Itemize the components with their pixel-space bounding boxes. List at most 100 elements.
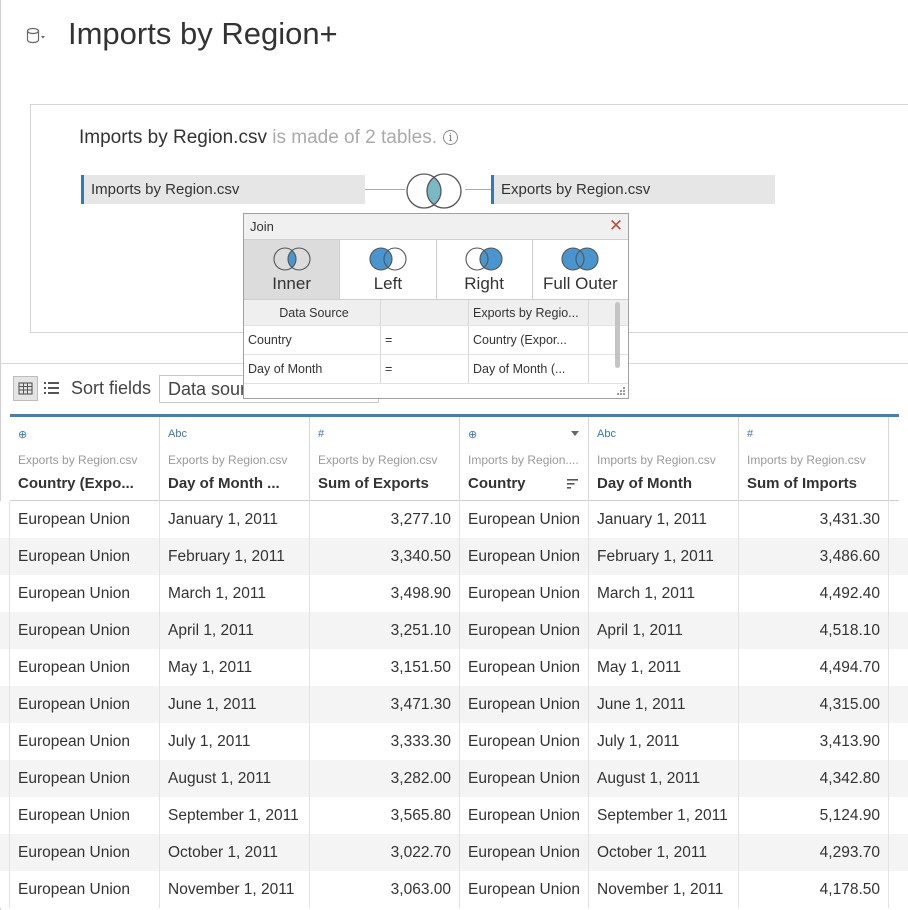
table-cell[interactable]: 4,315.00: [739, 686, 889, 723]
grid-view-button[interactable]: [13, 376, 38, 401]
table-cell[interactable]: European Union: [10, 871, 160, 908]
info-icon[interactable]: i: [443, 130, 459, 145]
join-clause-row[interactable]: Day of Month = Day of Month (...: [244, 355, 628, 384]
table-cell[interactable]: September 1, 2011: [160, 797, 310, 834]
page-title[interactable]: Imports by Region+: [68, 16, 338, 52]
table-cell[interactable]: August 1, 2011: [589, 760, 739, 797]
join-type-inner[interactable]: Inner: [244, 240, 341, 299]
table-cell[interactable]: European Union: [10, 686, 160, 723]
table-cell[interactable]: 3,277.10: [310, 501, 460, 538]
table-cell[interactable]: 3,565.80: [310, 797, 460, 834]
list-view-icon[interactable]: [44, 381, 59, 395]
table-cell[interactable]: May 1, 2011: [160, 649, 310, 686]
table-cell[interactable]: European Union: [10, 760, 160, 797]
table-cell[interactable]: European Union: [460, 797, 589, 834]
column-header[interactable]: ⊕ Imports by Region.... Country: [460, 417, 589, 501]
table-cell[interactable]: 4,178.50: [739, 871, 889, 908]
table-row[interactable]: European Union November 1, 2011 3,063.00 Eu…: [0, 871, 908, 908]
table-cell[interactable]: June 1, 2011: [160, 686, 310, 723]
table-cell[interactable]: October 1, 2011: [589, 834, 739, 871]
join-clause-left-field[interactable]: Day of Month: [244, 355, 381, 383]
table-row[interactable]: European Union August 1, 2011 3,282.00 Euro…: [0, 760, 908, 797]
table-cell[interactable]: 4,494.70: [739, 649, 889, 686]
table-cell[interactable]: 3,063.00: [310, 871, 460, 908]
table-cell[interactable]: February 1, 2011: [589, 538, 739, 575]
table-cell[interactable]: 3,022.70: [310, 834, 460, 871]
table-cell[interactable]: November 1, 2011: [160, 871, 310, 908]
table-cell[interactable]: 3,471.30: [310, 686, 460, 723]
table-cell[interactable]: European Union: [460, 871, 589, 908]
database-icon[interactable]: [26, 27, 46, 45]
table-cell[interactable]: November 1, 2011: [589, 871, 739, 908]
join-clause-scrollbar[interactable]: [615, 302, 620, 368]
join-clause-right-field[interactable]: Country (Expor...: [469, 326, 589, 354]
table-cell[interactable]: European Union: [460, 575, 589, 612]
table-row[interactable]: European Union June 1, 2011 3,471.30 Europe…: [0, 686, 908, 723]
table-cell[interactable]: European Union: [460, 834, 589, 871]
table-cell[interactable]: 3,282.00: [310, 760, 460, 797]
join-type-left[interactable]: Left: [340, 240, 437, 299]
column-name[interactable]: Sum of Imports: [747, 475, 884, 492]
table-cell[interactable]: March 1, 2011: [589, 575, 739, 612]
join-type-right[interactable]: Right: [437, 240, 533, 299]
table-cell[interactable]: May 1, 2011: [589, 649, 739, 686]
column-header[interactable]: Abc Imports by Region.csv Day of Month: [589, 417, 739, 501]
inner-join-venn-icon[interactable]: [403, 171, 465, 211]
table-cell[interactable]: March 1, 2011: [160, 575, 310, 612]
table-cell[interactable]: 3,340.50: [310, 538, 460, 575]
string-icon[interactable]: Abc: [168, 428, 187, 440]
table-cell[interactable]: 3,151.50: [310, 649, 460, 686]
table-cell[interactable]: European Union: [460, 612, 589, 649]
table-cell[interactable]: European Union: [10, 612, 160, 649]
join-clause-operator[interactable]: =: [381, 326, 469, 354]
table-cell[interactable]: September 1, 2011: [589, 797, 739, 834]
table-cell[interactable]: October 1, 2011: [160, 834, 310, 871]
table-cell[interactable]: 3,251.10: [310, 612, 460, 649]
table-cell[interactable]: European Union: [460, 760, 589, 797]
column-header[interactable]: # Imports by Region.csv Sum of Imports: [739, 417, 889, 501]
column-name[interactable]: Day of Month: [597, 475, 734, 492]
table-row[interactable]: European Union January 1, 2011 3,277.10 Eur…: [0, 501, 908, 538]
table-cell[interactable]: European Union: [10, 834, 160, 871]
table-cell[interactable]: April 1, 2011: [589, 612, 739, 649]
join-clause-right-field[interactable]: Day of Month (...: [469, 355, 589, 383]
left-table-pill[interactable]: Imports by Region.csv: [81, 175, 365, 204]
table-cell[interactable]: European Union: [460, 723, 589, 760]
table-row[interactable]: European Union March 1, 2011 3,498.90 Europ…: [0, 575, 908, 612]
table-row[interactable]: European Union July 1, 2011 3,333.30 Europe…: [0, 723, 908, 760]
table-cell[interactable]: European Union: [10, 723, 160, 760]
column-name[interactable]: Sum of Exports: [318, 475, 455, 492]
globe-icon[interactable]: ⊕: [18, 428, 27, 441]
join-clause-operator[interactable]: =: [381, 355, 469, 383]
join-clause-row[interactable]: Country = Country (Expor...: [244, 326, 628, 355]
close-icon[interactable]: ✕: [608, 217, 624, 234]
table-cell[interactable]: 4,492.40: [739, 575, 889, 612]
table-cell[interactable]: January 1, 2011: [589, 501, 739, 538]
table-cell[interactable]: European Union: [460, 649, 589, 686]
column-header[interactable]: Abc Exports by Region.csv Day of Month .…: [160, 417, 310, 501]
table-cell[interactable]: European Union: [10, 501, 160, 538]
sort-icon[interactable]: [567, 478, 579, 490]
table-cell[interactable]: July 1, 2011: [160, 723, 310, 760]
table-row[interactable]: European Union April 1, 2011 3,251.10 Europ…: [0, 612, 908, 649]
string-icon[interactable]: Abc: [597, 428, 616, 440]
table-row[interactable]: European Union February 1, 2011 3,340.50 Eu…: [0, 538, 908, 575]
table-cell[interactable]: 3,498.90: [310, 575, 460, 612]
table-cell[interactable]: 4,293.70: [739, 834, 889, 871]
table-cell[interactable]: 4,342.80: [739, 760, 889, 797]
column-name[interactable]: Country (Expo...: [18, 475, 155, 492]
table-cell[interactable]: European Union: [460, 686, 589, 723]
number-icon[interactable]: #: [747, 428, 753, 440]
table-cell[interactable]: February 1, 2011: [160, 538, 310, 575]
table-cell[interactable]: 3,431.30: [739, 501, 889, 538]
table-cell[interactable]: 3,486.60: [739, 538, 889, 575]
table-cell[interactable]: European Union: [10, 649, 160, 686]
join-type-full-outer[interactable]: Full Outer: [533, 240, 628, 299]
table-cell[interactable]: 4,518.10: [739, 612, 889, 649]
column-name[interactable]: Day of Month ...: [168, 475, 305, 492]
table-cell[interactable]: European Union: [10, 538, 160, 575]
table-cell[interactable]: European Union: [460, 501, 589, 538]
table-cell[interactable]: July 1, 2011: [589, 723, 739, 760]
table-cell[interactable]: 3,413.90: [739, 723, 889, 760]
table-cell[interactable]: 3,333.30: [310, 723, 460, 760]
